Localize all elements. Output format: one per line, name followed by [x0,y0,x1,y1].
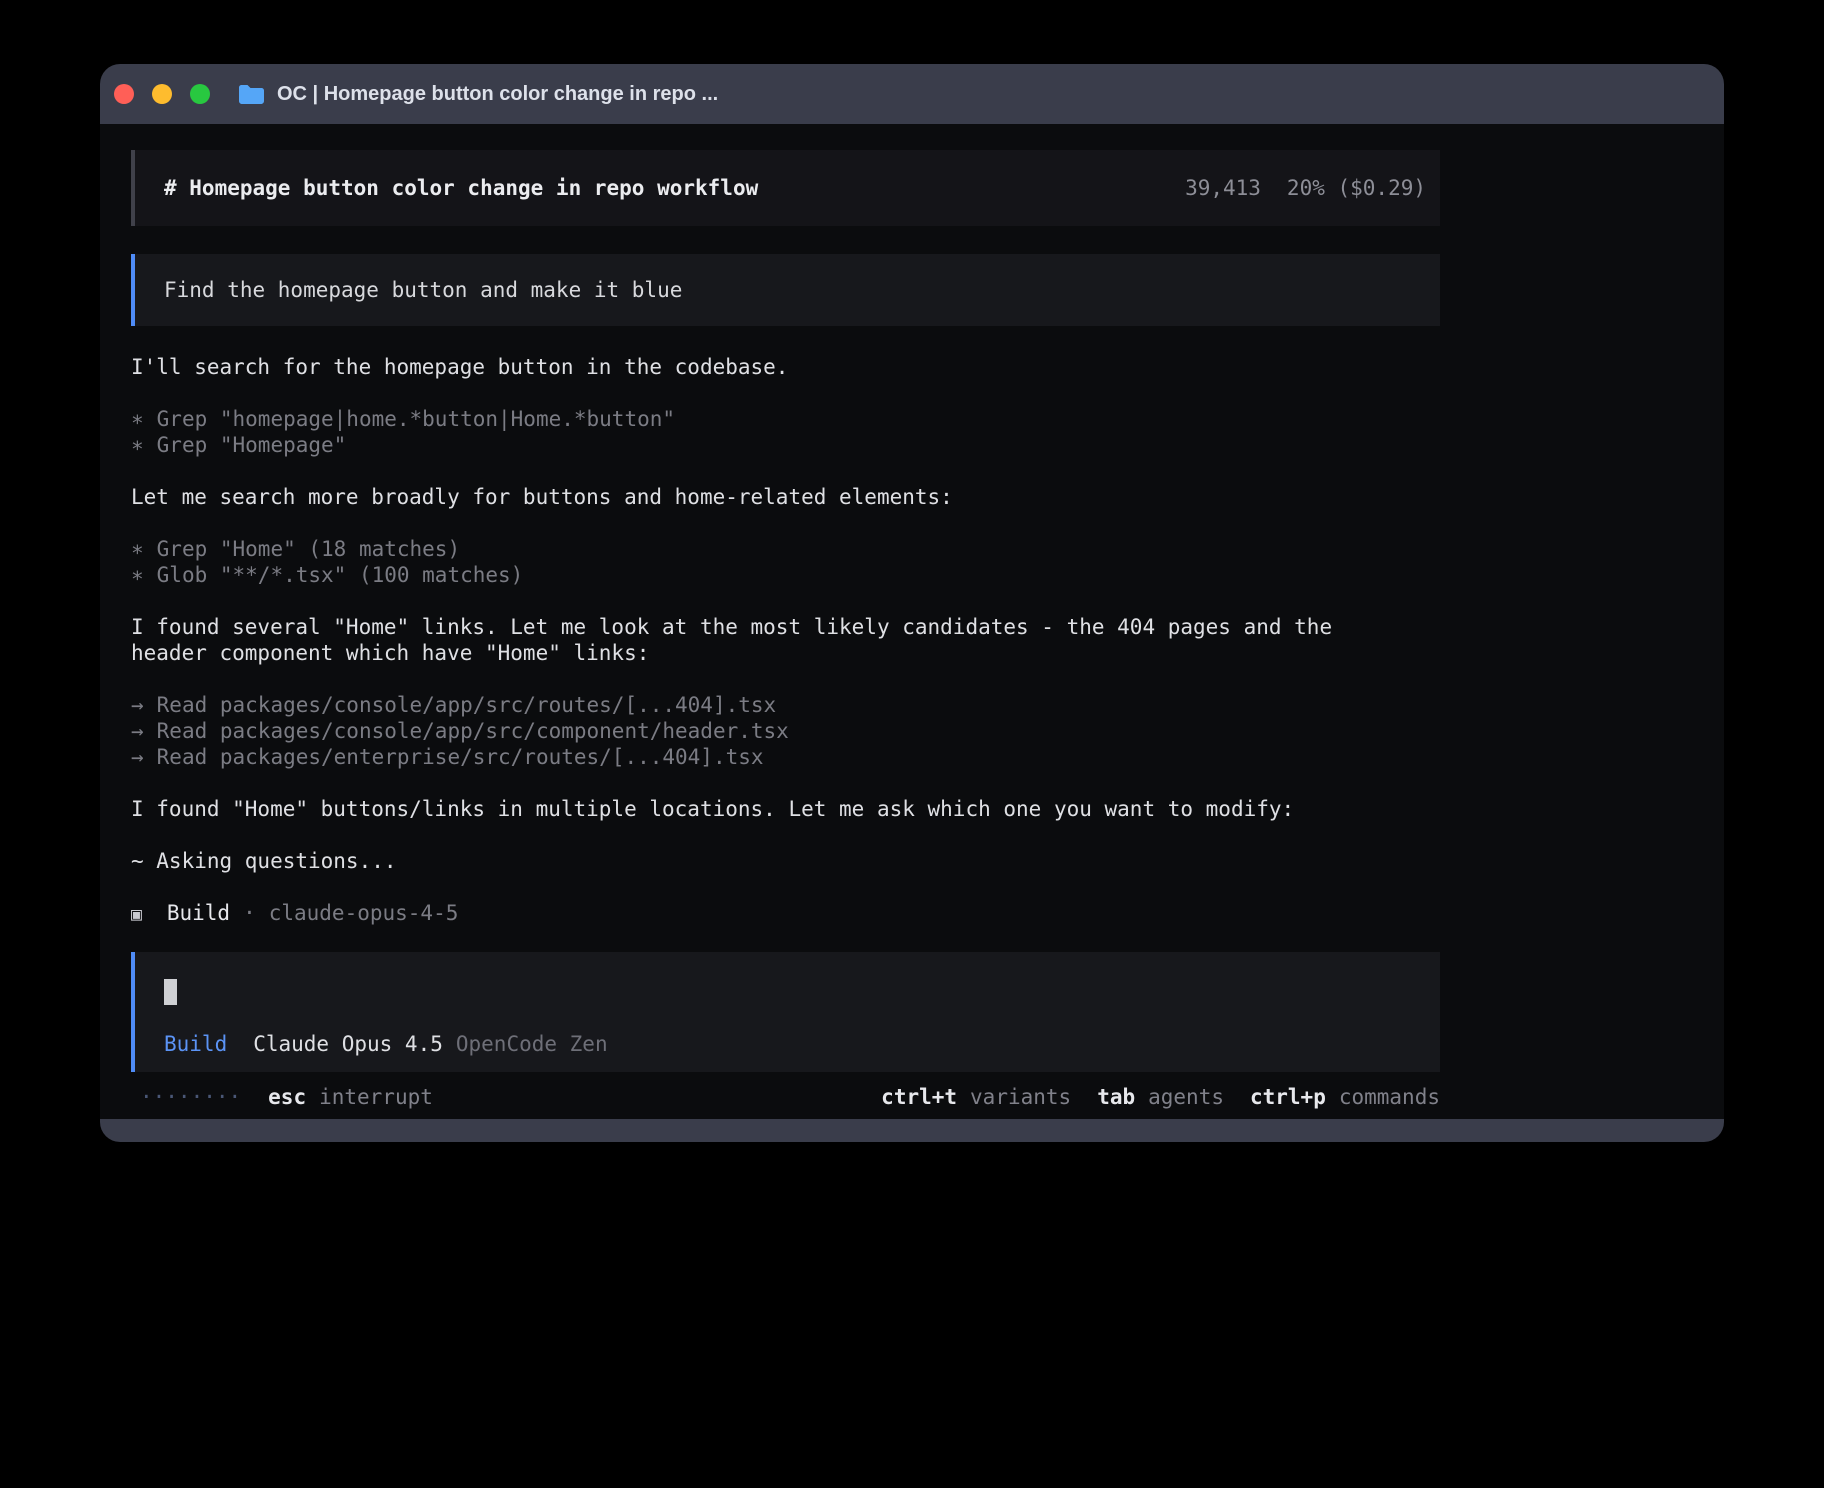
hint-variants: ctrl+t variants [881,1084,1071,1110]
tool-call-read: → Read packages/console/app/src/component… [131,718,1440,744]
window-controls [114,84,210,104]
prompt-input[interactable]: Build Claude Opus 4.5 OpenCode Zen [131,952,1440,1072]
assistant-message: Let me search more broadly for buttons a… [131,484,1371,510]
window-titlebar[interactable]: OC | Homepage button color change in rep… [100,64,1724,124]
model-label[interactable]: Claude Opus 4.5 [253,1032,443,1056]
user-message: Find the homepage button and make it blu… [131,254,1440,326]
tool-call-text: Glob "**/*.tsx" (100 matches) [157,563,524,587]
minimize-button[interactable] [152,84,172,104]
assistant-message-text: I found several "Home" links. Let me loo… [131,615,1332,665]
esc-key-label: esc [268,1085,306,1109]
agent-mode-label[interactable]: Build [164,1032,227,1056]
hint-agents: tab agents [1097,1084,1224,1110]
tool-call-text: Read packages/console/app/src/routes/[..… [157,693,777,717]
tool-call-text: Grep "Home" (18 matches) [157,537,460,561]
tool-call-read: → Read packages/console/app/src/routes/[.… [131,692,1440,718]
assistant-message: I found "Home" buttons/links in multiple… [131,796,1371,822]
tool-bullet-icon: ∗ [131,406,144,432]
agent-info-line: ▣ Build · claude-opus-4-5 [131,900,1440,928]
desktop-background: OC | Homepage button color change in rep… [0,0,1824,1488]
tool-call-group: ∗ Grep "homepage|home.*button|Home.*butto… [131,406,1440,458]
agent-model: claude-opus-4-5 [269,901,459,925]
tool-call-glob: ∗ Glob "**/*.tsx" (100 matches) [131,562,1440,588]
assistant-message-text: I found "Home" buttons/links in multiple… [131,797,1294,821]
commands-label: commands [1339,1085,1440,1109]
tool-call-text: Grep "Homepage" [157,433,347,457]
assistant-message: I found several "Home" links. Let me loo… [131,614,1371,666]
working-status: ~ Asking questions... [131,848,1440,874]
tool-call-group: ∗ Grep "Home" (18 matches) ∗ Glob "**/*.ts… [131,536,1440,588]
window-title: OC | Homepage button color change in rep… [277,83,718,106]
tool-call-read: → Read packages/enterprise/src/routes/[..… [131,744,1440,770]
zoom-button[interactable] [190,84,210,104]
tool-bullet-icon: ∗ [131,536,144,562]
tool-bullet-icon: ∗ [131,432,144,458]
session-header: # Homepage button color change in repo w… [131,150,1440,226]
working-status-text: ~ Asking questions... [131,849,397,873]
terminal-window: OC | Homepage button color change in rep… [100,64,1724,1142]
arrow-right-icon: → [131,744,144,770]
tool-call-text: Read packages/console/app/src/component/… [157,719,789,743]
terminal-content: # Homepage button color change in repo w… [100,124,1724,1119]
arrow-right-icon: → [131,692,144,718]
variants-label: variants [970,1085,1071,1109]
tool-call-group: → Read packages/console/app/src/routes/[.… [131,692,1440,770]
assistant-message: I'll search for the homepage button in t… [131,354,1371,380]
status-bar: ········ esc interrupt ctrl+t variants tab… [131,1084,1440,1110]
arrow-right-icon: → [131,718,144,744]
spinner-dots: ········ [140,1084,241,1110]
session-stats: 39,413 20% ($0.29) [1185,175,1426,201]
tool-call-grep: ∗ Grep "homepage|home.*button|Home.*butto… [131,406,1440,432]
tool-call-grep: ∗ Grep "Home" (18 matches) [131,536,1440,562]
context-usage: 20% ($0.29) [1287,176,1426,200]
provider-label: OpenCode Zen [456,1032,608,1056]
agent-icon: ▣ [131,904,142,925]
tab-key-label: tab [1097,1085,1135,1109]
user-message-text: Find the homepage button and make it blu… [164,278,682,302]
hint-commands: ctrl+p commands [1250,1084,1440,1110]
text-cursor [164,979,177,1005]
folder-icon [238,84,265,105]
tool-bullet-icon: ∗ [131,562,144,588]
session-title: # Homepage button color change in repo w… [164,175,758,201]
tool-call-grep: ∗ Grep "Homepage" [131,432,1440,458]
ctrl-p-key-label: ctrl+p [1250,1085,1326,1109]
assistant-message-text: I'll search for the homepage button in t… [131,355,788,379]
agent-separator: · [243,901,256,925]
tool-call-text: Grep "homepage|home.*button|Home.*button… [157,407,675,431]
input-meta-row: Build Claude Opus 4.5 OpenCode Zen [164,1031,1440,1057]
agent-name: Build [167,901,230,925]
close-button[interactable] [114,84,134,104]
agents-label: agents [1148,1085,1224,1109]
hint-interrupt: esc interrupt [268,1084,433,1110]
interrupt-label: interrupt [319,1085,433,1109]
token-count: 39,413 [1185,176,1261,200]
assistant-message-text: Let me search more broadly for buttons a… [131,485,953,509]
ctrl-t-key-label: ctrl+t [881,1085,957,1109]
tool-call-text: Read packages/enterprise/src/routes/[...… [157,745,764,769]
